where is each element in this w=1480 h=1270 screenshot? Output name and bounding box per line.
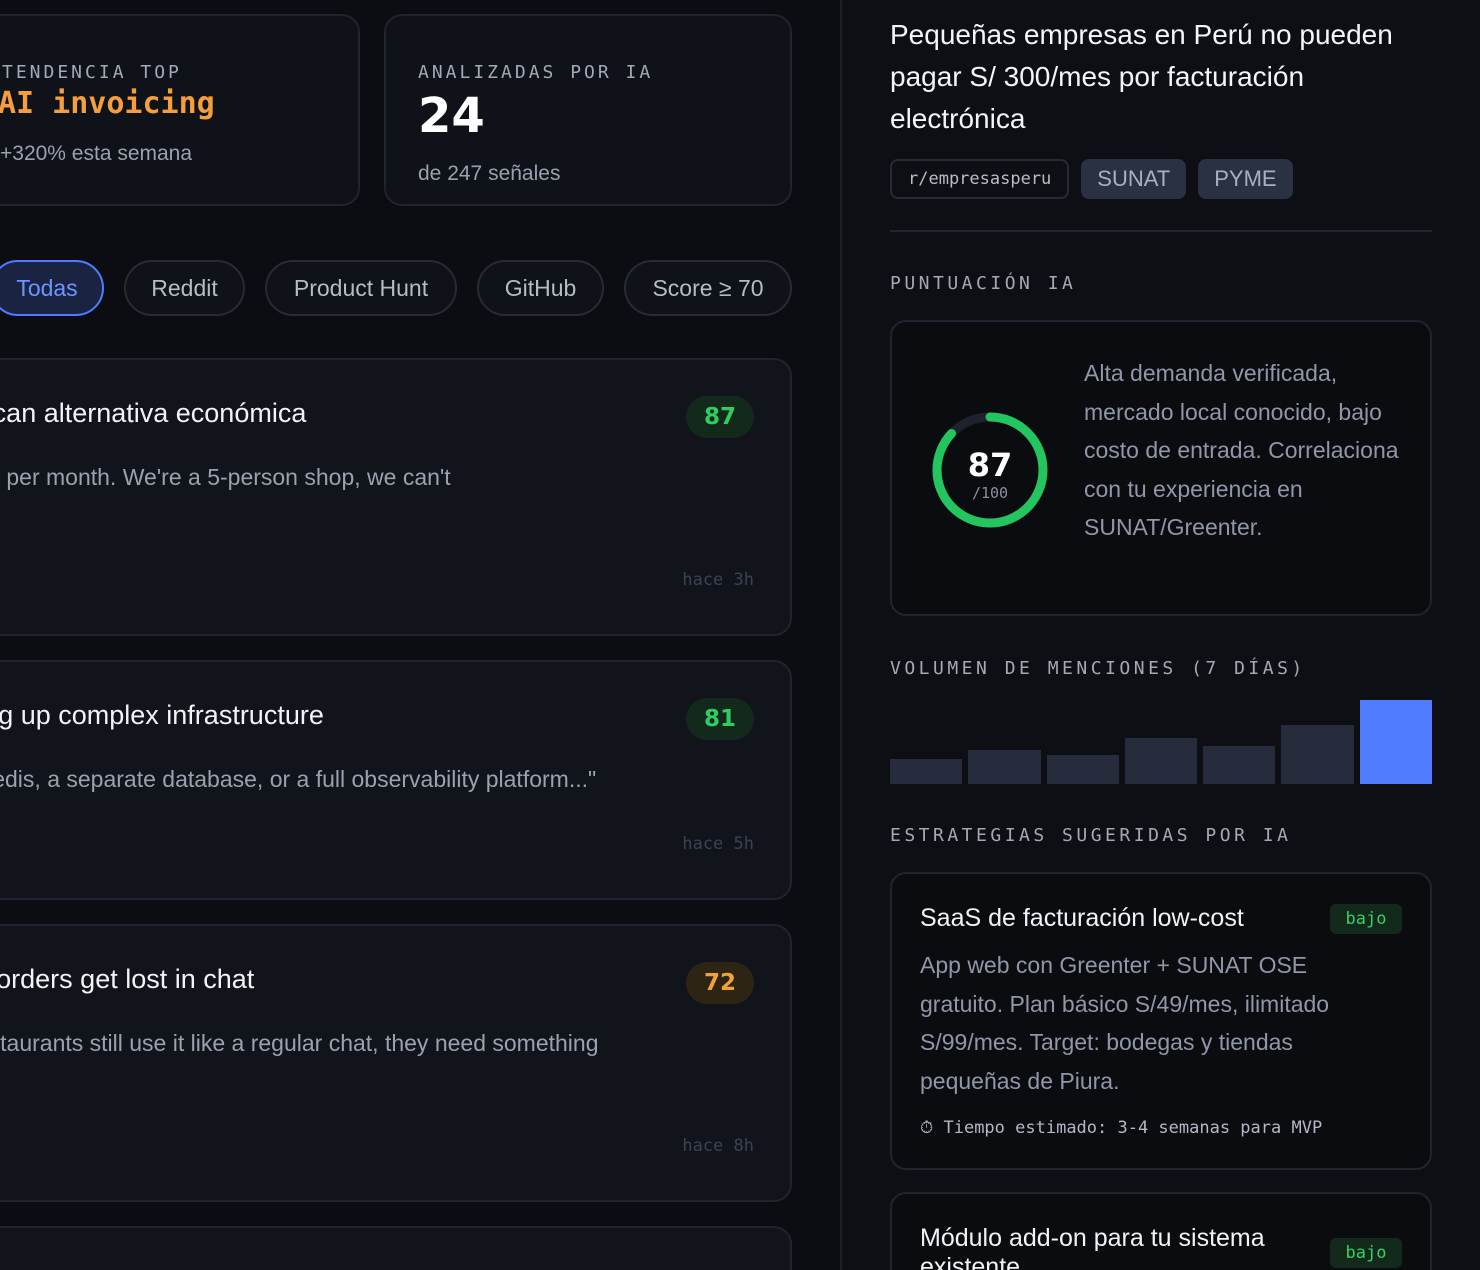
score-badge: 72: [686, 962, 754, 1004]
score-badge: 87: [686, 396, 754, 438]
strategy-body: App web con Greenter + SUNAT OSE gratuit…: [920, 952, 1330, 1094]
signal-title: Self-hosted tools without setting up com…: [0, 700, 324, 730]
trend-label: TENDENCIA TOP: [2, 62, 182, 83]
score-value: 87: [967, 446, 1013, 484]
signals-feed: TENDENCIA TOP AI invoicing +320% esta se…: [0, 0, 840, 1270]
analyzed-sub: de 247 señales: [418, 162, 561, 185]
signal-time: hace 8h: [682, 1136, 754, 1156]
divider-line: [890, 230, 1432, 232]
mention-bar: [1203, 746, 1276, 784]
effort-badge: bajo: [1330, 904, 1402, 934]
mentions-bar-chart: [890, 700, 1432, 784]
signal-title: WhatsApp for restaurants — orders get lo…: [0, 964, 255, 994]
tag-sunat[interactable]: SUNAT: [1081, 159, 1187, 199]
trend-stat-card: TENDENCIA TOP AI invoicing +320% esta se…: [0, 14, 360, 206]
mention-bar: [890, 758, 963, 784]
score-section-label: PUNTUACIÓN IA: [890, 273, 1077, 294]
analyzed-label: ANALIZADAS POR IA: [418, 62, 654, 83]
filter-product-hunt[interactable]: Product Hunt: [265, 260, 457, 316]
trend-sub: +320% esta semana: [0, 142, 193, 165]
mention-bar: [1281, 725, 1354, 784]
signal-title: Facturación electrónica — buscan alterna…: [0, 398, 307, 428]
filter-reddit[interactable]: Reddit: [124, 260, 245, 316]
strategy-title: SaaS de facturación low-cost: [920, 904, 1244, 932]
detail-title: Pequeñas empresas en Perú no pueden paga…: [890, 19, 1393, 134]
volume-section-label: VOLUMEN DE MENCIONES (7 DÍAS): [890, 658, 1306, 679]
tag-pyme[interactable]: PYME: [1198, 159, 1293, 199]
signal-excerpt: "Looking for tools that don't require Re…: [0, 766, 597, 792]
ai-score-card: 87 /100 Alta demanda verificada, mercado…: [890, 320, 1432, 616]
signal-time: hace 5h: [682, 834, 754, 854]
source-tag[interactable]: r/empresasperu: [890, 159, 1070, 199]
signal-excerpt: "WhatsApp Business is too slow. Restaura…: [0, 1030, 599, 1056]
trend-value: AI invoicing: [0, 86, 215, 121]
filter-score[interactable]: Score ≥ 70: [624, 260, 792, 316]
signal-card[interactable]: WhatsApp for restaurants — orders get lo…: [0, 924, 792, 1202]
effort-badge: bajo: [1330, 1238, 1402, 1268]
filter-github[interactable]: GitHub: [477, 260, 604, 316]
score-badge: 81: [686, 698, 754, 740]
signal-card[interactable]: [0, 1226, 792, 1270]
detail-tags: r/empresasperu SUNAT PYME: [890, 159, 1293, 199]
mention-bar: [1124, 737, 1198, 784]
score-explanation: Alta demanda verificada, mercado local c…: [1084, 360, 1399, 540]
strategies-section-label: ESTRATEGIAS SUGERIDAS POR IA: [890, 825, 1292, 846]
mention-bar: [1359, 700, 1432, 784]
mention-bar: [968, 750, 1041, 784]
score-max: /100: [971, 484, 1009, 502]
analyzed-value: 24: [418, 88, 485, 144]
strategy-estimate: ⏱ Tiempo estimado: 3-4 semanas para MVP: [920, 1118, 1323, 1138]
signal-time: hace 3h: [682, 570, 754, 590]
signal-excerpt: "Our provider raised from S/150 to S/320…: [0, 464, 451, 490]
mention-bar: [1046, 754, 1119, 784]
analyzed-stat-card: ANALIZADAS POR IA 24 de 247 señales: [384, 14, 792, 206]
filter-todas[interactable]: Todas: [0, 260, 104, 316]
strategy-title: Módulo add-on para tu sistema existente: [920, 1224, 1265, 1270]
strategy-card[interactable]: Módulo add-on para tu sistema existente …: [890, 1192, 1432, 1270]
detail-panel: Pequeñas empresas en Perú no pueden paga…: [842, 0, 1480, 1270]
strategy-card[interactable]: SaaS de facturación low-cost bajo App we…: [890, 872, 1432, 1170]
signal-card[interactable]: Facturación electrónica — buscan alterna…: [0, 358, 792, 636]
signal-card[interactable]: Self-hosted tools without setting up com…: [0, 660, 792, 900]
